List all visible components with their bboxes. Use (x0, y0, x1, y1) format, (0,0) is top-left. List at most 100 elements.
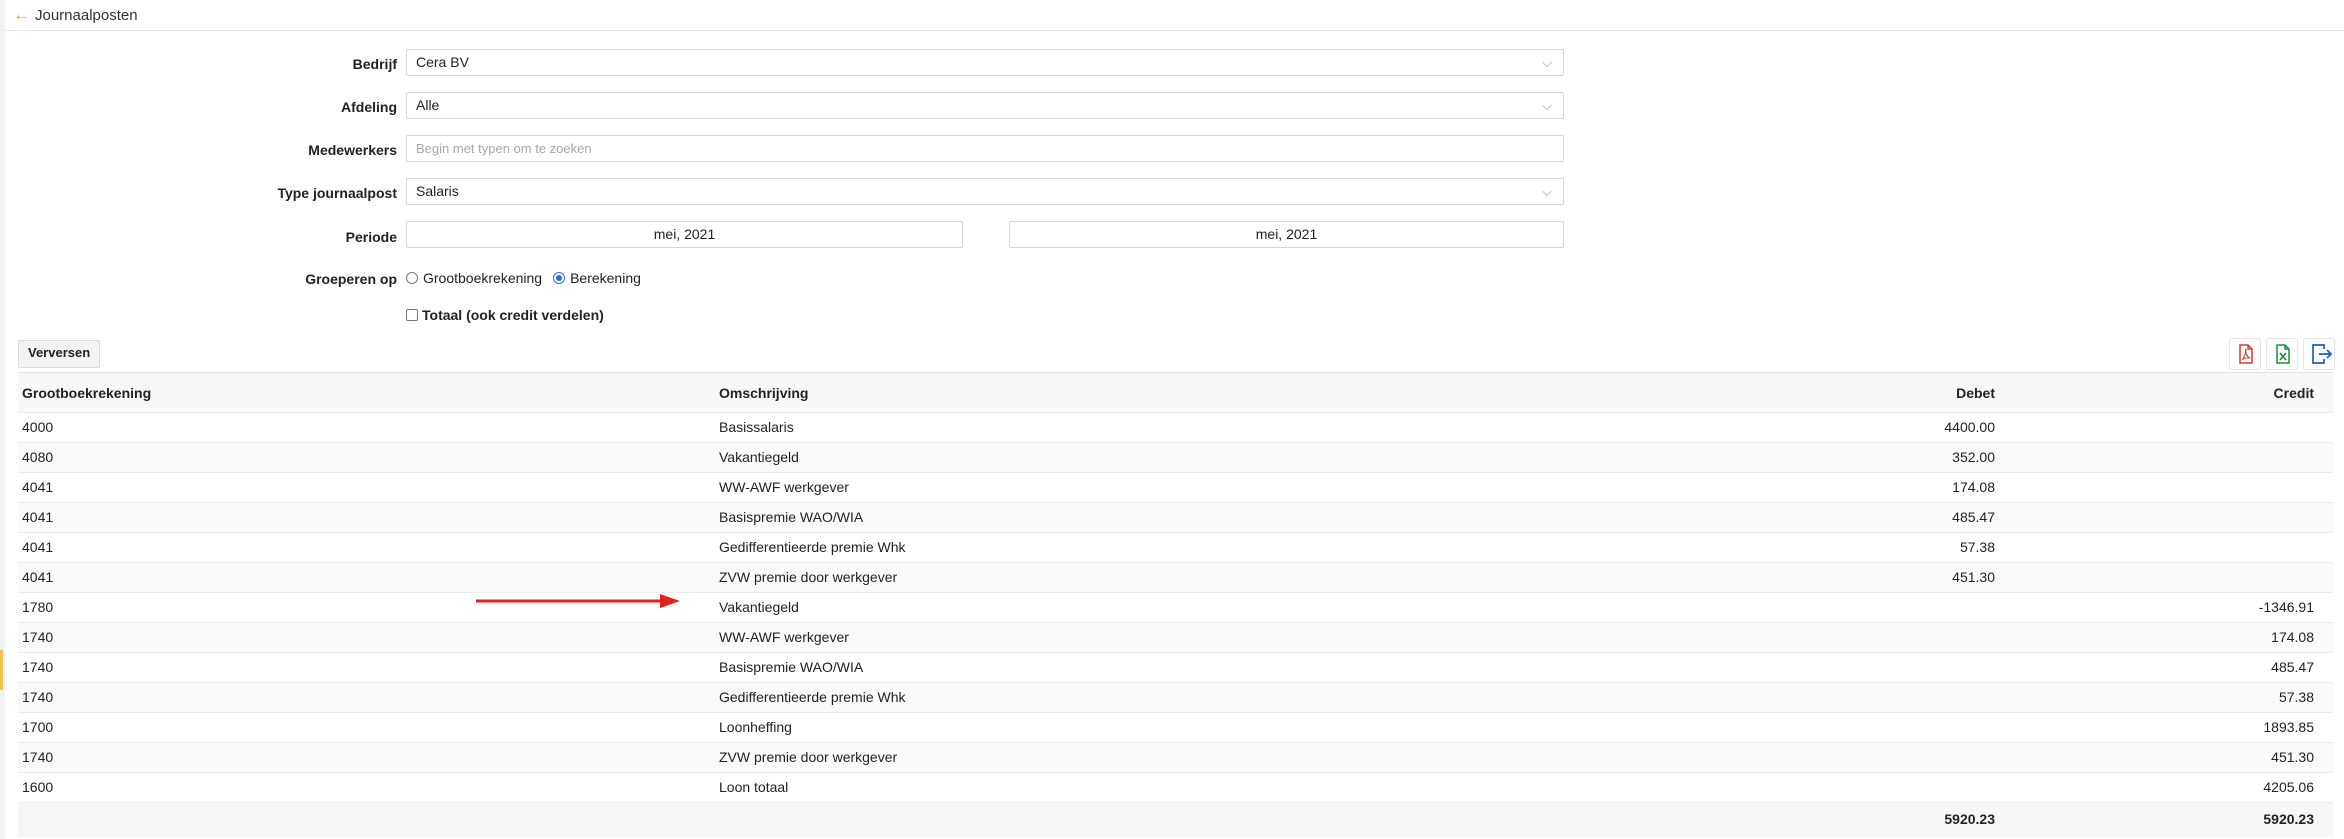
cell-description: Gedifferentieerde premie Whk (719, 689, 906, 705)
table-row[interactable]: 4041 Basispremie WAO/WIA 485.47 (18, 502, 2333, 532)
employees-placeholder: Begin met typen om te zoeken (416, 141, 592, 156)
side-marker (0, 650, 3, 690)
journal-table: Grootboekrekening Omschrijving Debet Cre… (18, 372, 2333, 837)
table-row[interactable]: 1740 Gedifferentieerde premie Whk 57.38 (18, 682, 2333, 712)
cell-account: 1600 (22, 779, 54, 795)
table-body: 4000 Basissalaris 4400.00 4080 Vakantiegeld 3… (18, 412, 2333, 802)
department-label: Afdeling (341, 99, 397, 115)
cell-account: 4041 (22, 479, 54, 495)
employees-search-input[interactable]: Begin met typen om te zoeken (406, 135, 1564, 162)
period-to-field[interactable]: mei, 2021 (1009, 221, 1564, 248)
entry-type-label: Type journaalpost (277, 185, 397, 201)
cell-description: WW-AWF werkgever (719, 629, 849, 645)
cell-debit: 352.00 (1952, 449, 1995, 465)
employees-label: Medewerkers (308, 142, 397, 158)
table-row[interactable]: 1700 Loonheffing 1893.85 (18, 712, 2333, 742)
period-label: Periode (345, 229, 397, 245)
cell-description: Vakantiegeld (719, 449, 799, 465)
cell-account: 4080 (22, 449, 54, 465)
group-by-radio-group: Grootboekrekening Berekening (406, 268, 652, 288)
cell-description: Basispremie WAO/WIA (719, 509, 864, 525)
cell-description: Vakantiegeld (719, 599, 799, 615)
cell-debit: 174.08 (1952, 479, 1995, 495)
excel-export-icon (2276, 344, 2290, 364)
table-header: Grootboekrekening Omschrijving Debet Cre… (18, 372, 2333, 412)
cell-account: 1740 (22, 689, 54, 705)
period-from-field[interactable]: mei, 2021 (406, 221, 963, 248)
cell-account: 4041 (22, 509, 54, 525)
table-total-row: 5920.23 5920.23 (18, 802, 2333, 837)
cell-debit: 451.30 (1952, 569, 1995, 585)
radio-ledger-label[interactable]: Grootboekrekening (423, 268, 542, 288)
cell-credit: 4205.06 (2263, 779, 2314, 795)
chevron-down-icon: ⌵ (1542, 55, 1552, 70)
table-row[interactable]: 4041 ZVW premie door werkgever 451.30 (18, 562, 2333, 592)
cell-credit: 485.47 (2271, 659, 2314, 675)
table-row[interactable]: 4080 Vakantiegeld 352.00 (18, 442, 2333, 472)
pdf-export-icon (2239, 344, 2253, 364)
total-checkbox[interactable] (406, 309, 418, 321)
col-account-header[interactable]: Grootboekrekening (22, 373, 151, 413)
cell-debit: 485.47 (1952, 509, 1995, 525)
period-to-value: mei, 2021 (1255, 226, 1318, 242)
refresh-button[interactable]: Verversen (18, 340, 101, 368)
excel-export-button[interactable] (2266, 338, 2298, 370)
entry-type-select[interactable]: Salaris ⌵ (406, 178, 1564, 205)
cell-account: 1740 (22, 749, 54, 765)
entry-type-value: Salaris (416, 183, 459, 199)
cell-account: 1700 (22, 719, 54, 735)
page-title: Journaalposten (35, 7, 138, 24)
radio-calculation-label[interactable]: Berekening (570, 268, 641, 288)
pdf-export-button[interactable] (2229, 338, 2261, 370)
radio-ledger[interactable] (406, 272, 418, 284)
cell-credit: 174.08 (2271, 629, 2314, 645)
export-button[interactable] (2303, 338, 2335, 370)
cell-credit: -1346.91 (2258, 599, 2314, 615)
department-select[interactable]: Alle ⌵ (406, 92, 1564, 119)
cell-account: 4041 (22, 569, 54, 585)
table-row[interactable]: 4041 WW-AWF werkgever 174.08 (18, 472, 2333, 502)
company-select[interactable]: Cera BV ⌵ (406, 49, 1564, 76)
company-value: Cera BV (416, 54, 469, 70)
period-from-value: mei, 2021 (653, 226, 716, 242)
total-checkbox-label[interactable]: Totaal (ook credit verdelen) (422, 307, 604, 323)
left-strip (0, 0, 5, 839)
cell-account: 1740 (22, 659, 54, 675)
company-label: Bedrijf (352, 56, 397, 72)
red-arrow-annotation (476, 594, 680, 608)
department-value: Alle (416, 97, 440, 113)
table-row[interactable]: 4000 Basissalaris 4400.00 (18, 412, 2333, 442)
total-credit: 5920.23 (2263, 811, 2314, 827)
cell-description: ZVW premie door werkgever (719, 749, 898, 765)
chevron-down-icon: ⌵ (1542, 98, 1552, 113)
cell-description: Basispremie WAO/WIA (719, 659, 864, 675)
table-row[interactable]: 4041 Gedifferentieerde premie Whk 57.38 (18, 532, 2333, 562)
back-arrow-icon[interactable]: ← (13, 5, 30, 25)
cell-account: 1780 (22, 599, 54, 615)
cell-description: Loon totaal (719, 779, 789, 795)
cell-description: ZVW premie door werkgever (719, 569, 898, 585)
cell-credit: 57.38 (2278, 689, 2314, 705)
cell-debit: 4400.00 (1944, 419, 1995, 435)
cell-description: WW-AWF werkgever (719, 479, 849, 495)
table-row[interactable]: 1740 Basispremie WAO/WIA 485.47 (18, 652, 2333, 682)
total-debit: 5920.23 (1944, 811, 1995, 827)
table-row[interactable]: 1780 Vakantiegeld -1346.91 (18, 592, 2333, 622)
cell-debit: 57.38 (1959, 539, 1995, 555)
radio-calculation[interactable] (553, 272, 566, 284)
page-header: ← Journaalposten (5, 0, 2344, 31)
cell-description: Basissalaris (719, 419, 794, 435)
cell-description: Loonheffing (719, 719, 792, 735)
table-row[interactable]: 1740 WW-AWF werkgever 174.08 (18, 622, 2333, 652)
col-credit-header[interactable]: Credit (2274, 373, 2314, 413)
cell-account: 4041 (22, 539, 54, 555)
cell-account: 4000 (22, 419, 54, 435)
col-description-header[interactable]: Omschrijving (719, 373, 808, 413)
cell-credit: 1893.85 (2263, 719, 2314, 735)
cell-account: 1740 (22, 629, 54, 645)
total-checkbox-row: Totaal (ook credit verdelen) (406, 307, 604, 323)
table-row[interactable]: 1740 ZVW premie door werkgever 451.30 (18, 742, 2333, 772)
table-row[interactable]: 1600 Loon totaal 4205.06 (18, 772, 2333, 802)
col-debit-header[interactable]: Debet (1956, 373, 1995, 413)
group-by-label: Groeperen op (305, 271, 397, 287)
